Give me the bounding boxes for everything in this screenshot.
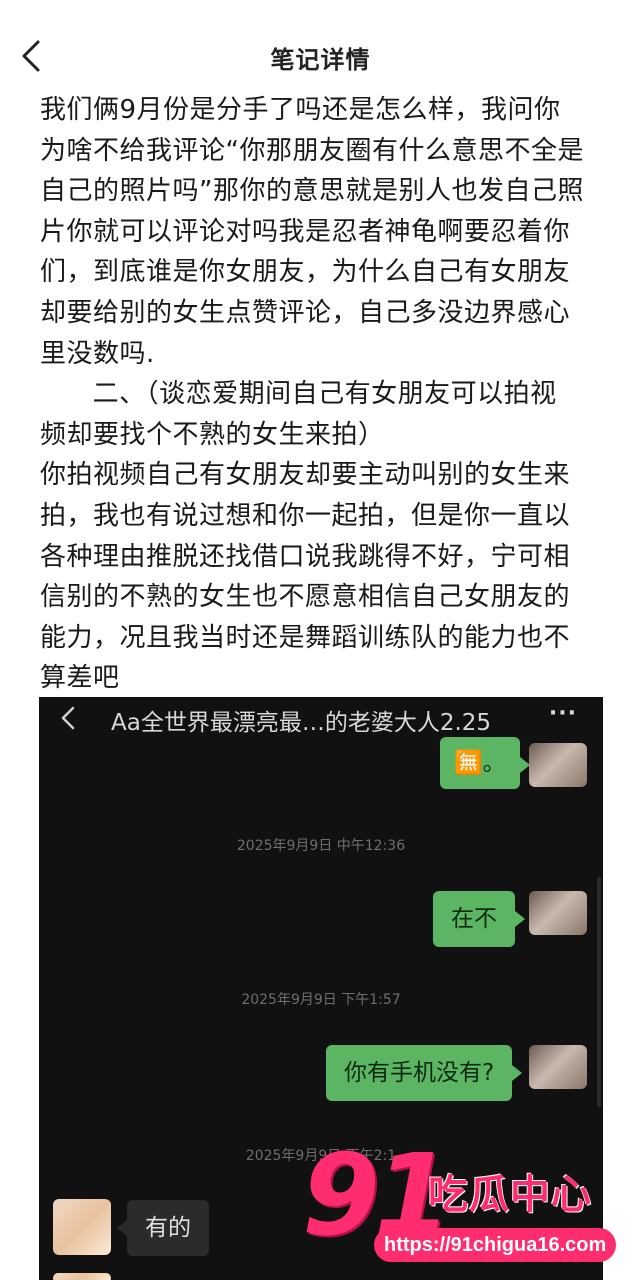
article-line: 拍，我也有说过想和你一起拍，但是你一直以 <box>40 500 571 531</box>
watermark-logo-name: 吃瓜中心 <box>428 1172 592 1218</box>
chevron-left-icon <box>61 706 75 730</box>
article-line: 我们俩9月份是分手了吗还是怎么样，我问你 <box>40 95 561 125</box>
page-title: 笔记详情 <box>270 46 371 74</box>
article-line: 频却要找个不熟的女生来拍） <box>40 419 385 450</box>
article-line: 二、（谈恋爱期间自己有女朋友可以拍视 <box>40 379 557 410</box>
article-line: 片你就可以评论对吗我是忍者神龟啊要忍着你 <box>40 216 571 247</box>
message-bubble-in: 有的 <box>117 1200 209 1256</box>
article-line: 自己的照片吗”那你的意思就是别人也发自己照 <box>40 176 584 207</box>
site-watermark: 91 吃瓜中心 https://91chigua16.com <box>302 1140 632 1270</box>
message-bubble-out: 在不 <box>433 891 525 947</box>
article-line: 信别的不熟的女生也不愿意相信自己女朋友的 <box>40 582 571 613</box>
message-bubble-out: 你有手机没有? <box>326 1045 523 1101</box>
article-line: 能力，况且我当时还是舞蹈训练队的能力也不 <box>40 622 571 653</box>
top-bar: 笔记详情 <box>0 0 641 96</box>
article-body: 我们俩9月份是分手了吗还是怎么样，我问你 为啥不给我评论“你那朋友圈有什么意思不… <box>40 90 615 699</box>
more-icon: ··· <box>548 701 577 726</box>
article-line: 你拍视频自己有女朋友却要主动叫别的女生来 <box>40 460 571 491</box>
avatar <box>53 1273 111 1280</box>
avatar <box>529 891 587 935</box>
message-bubble-out: 🈚。 <box>440 737 530 789</box>
article-line: 为啥不给我评论“你那朋友圈有什么意思不全是 <box>40 135 584 166</box>
article-line: 却要给别的女生点赞评论，自己多没边界感心 <box>40 297 571 328</box>
timestamp: 2025年9月9日 中午12:36 <box>236 838 406 854</box>
avatar <box>529 743 587 787</box>
avatar <box>53 1199 111 1255</box>
chat-header: Aa全世界最漂亮最…的老婆大人2.25 ··· <box>39 697 603 739</box>
article-line: 各种理由推脱还找借口说我跳得不好，宁可相 <box>40 541 571 572</box>
article-line: 里没数吗. <box>40 338 155 369</box>
article-line: 算差吧 <box>40 663 120 694</box>
article-line: 们，到底谁是你女朋友，为什么自己有女朋友 <box>40 257 571 288</box>
chat-title: Aa全世界最漂亮最…的老婆大人2.25 <box>111 710 492 736</box>
avatar <box>529 1045 587 1089</box>
watermark-url: https://91chigua16.com <box>374 1228 617 1262</box>
timestamp: 2025年9月9日 下午1:57 <box>241 992 401 1008</box>
scrollbar <box>597 877 601 1107</box>
